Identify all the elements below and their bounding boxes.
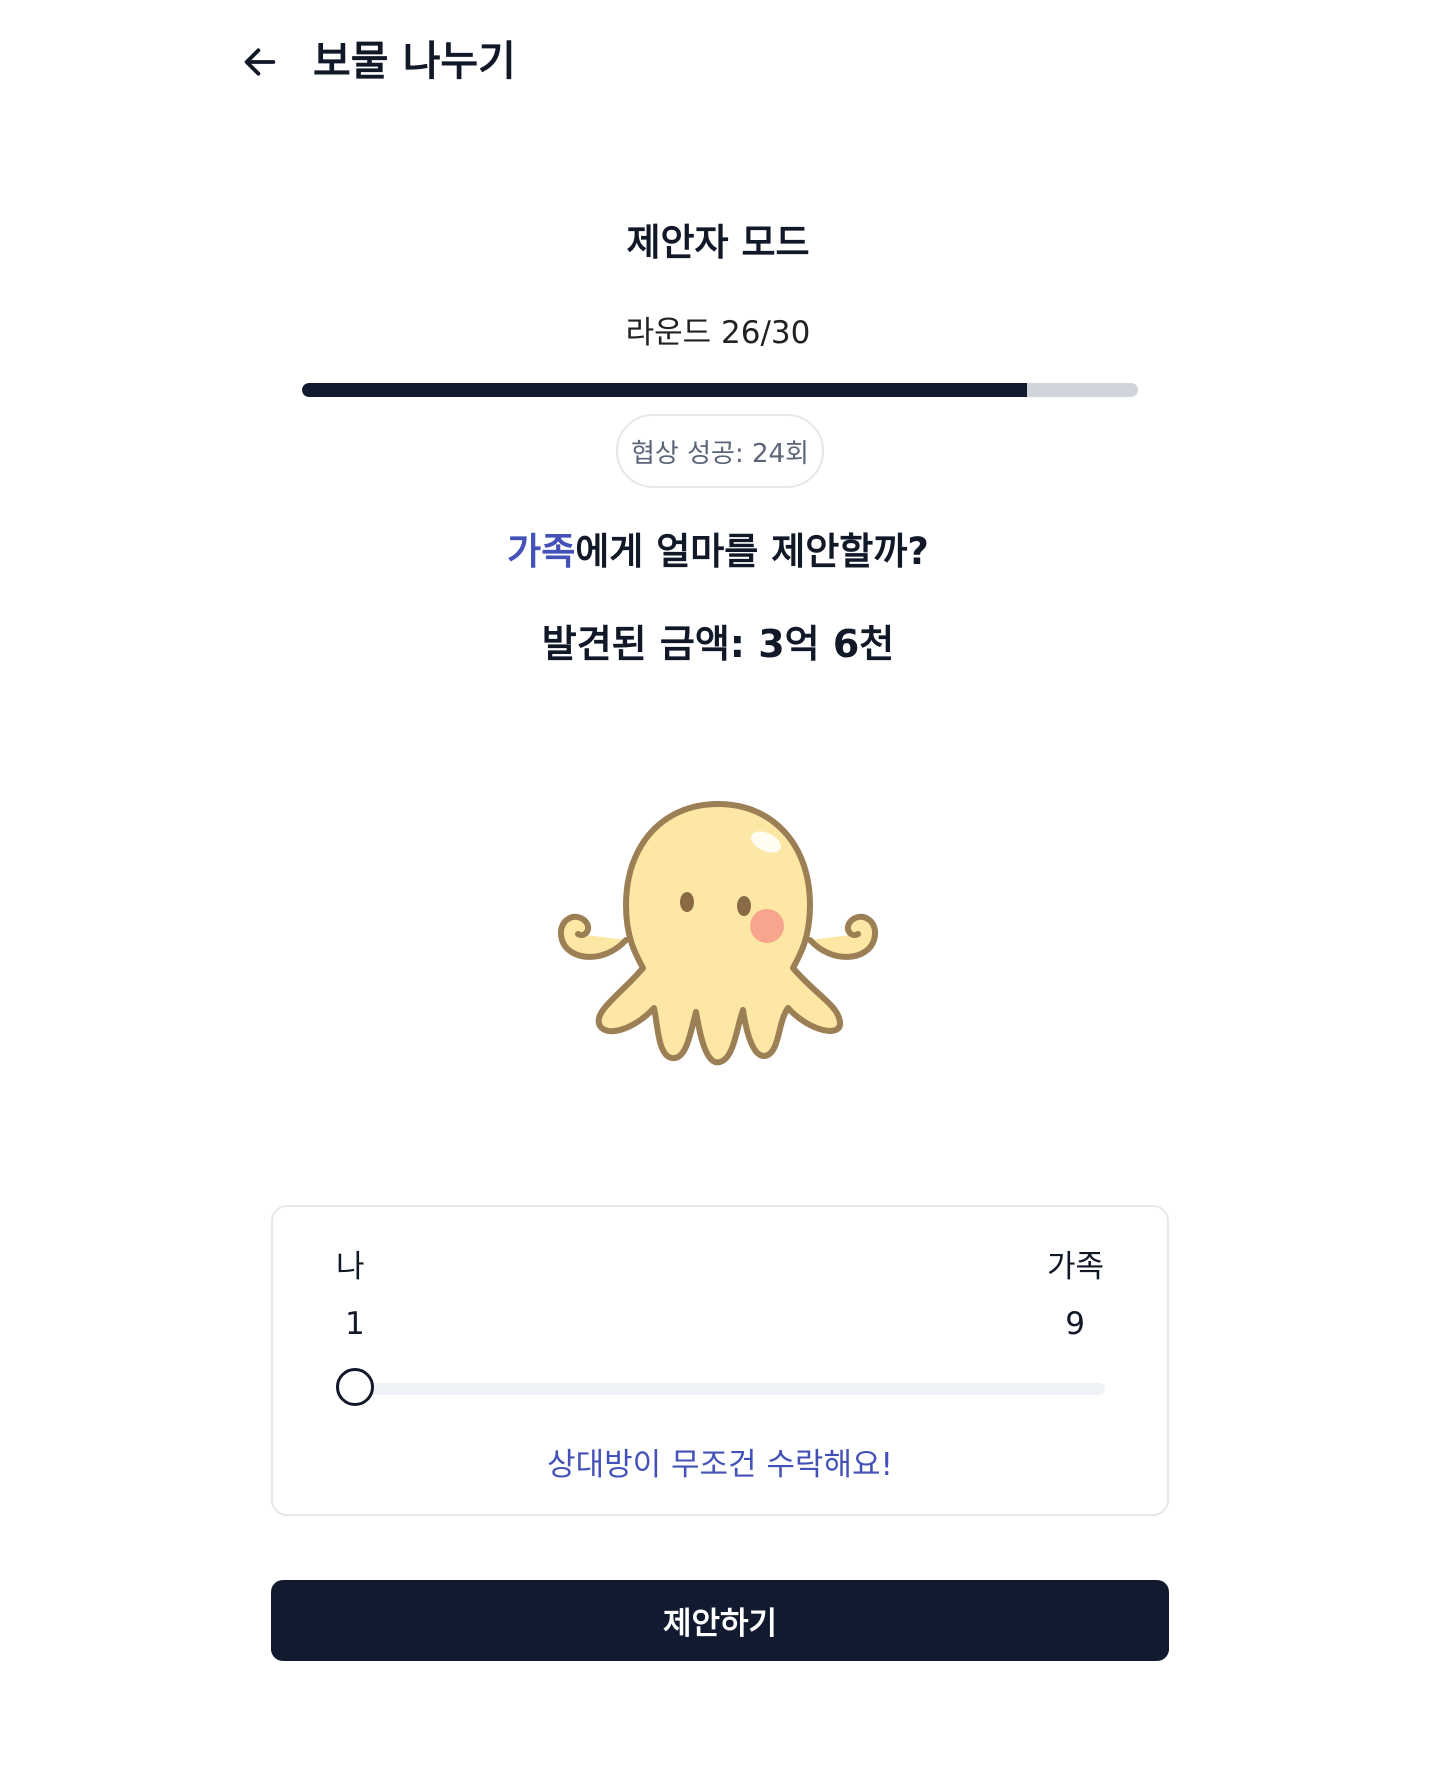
page-title: 보물 나누기: [313, 37, 516, 85]
arrow-left-icon: [244, 48, 276, 76]
other-share-value: 9: [1065, 1306, 1085, 1342]
offer-question: 가족에게 얼마를 제안할까?: [0, 524, 1436, 580]
octopus-mascot: [557, 801, 879, 1066]
split-slider[interactable]: [336, 1368, 1105, 1406]
acceptance-hint: 상대방이 무조건 수락해요!: [547, 1447, 893, 1483]
other-share-label: 가족: [1046, 1249, 1104, 1285]
my-share-value: 1: [345, 1306, 365, 1342]
propose-button[interactable]: 제안하기: [271, 1580, 1169, 1661]
question-target: 가족: [507, 530, 576, 573]
mode-title: 제안자 모드: [626, 221, 810, 264]
round-label: 라운드 26/30: [625, 315, 811, 351]
round-progress-bar: [302, 383, 1138, 397]
back-button[interactable]: [236, 38, 284, 86]
found-amount: 발견된 금액: 3억 6천: [541, 622, 895, 666]
question-text: 에게 얼마를 제안할까?: [575, 530, 929, 573]
split-slider-thumb[interactable]: [336, 1368, 374, 1406]
success-count-badge: 협상 성공: 24회: [616, 414, 824, 488]
my-share-label: 나: [336, 1249, 365, 1285]
round-progress-fill: [302, 383, 1027, 397]
page: 보물 나누기 제안자 모드 라운드 26/30 협상 성공: 24회 가족에게 …: [0, 0, 1436, 1784]
split-card: 나 1 가족 9 상대방이 무조건 수락해요!: [271, 1205, 1169, 1516]
